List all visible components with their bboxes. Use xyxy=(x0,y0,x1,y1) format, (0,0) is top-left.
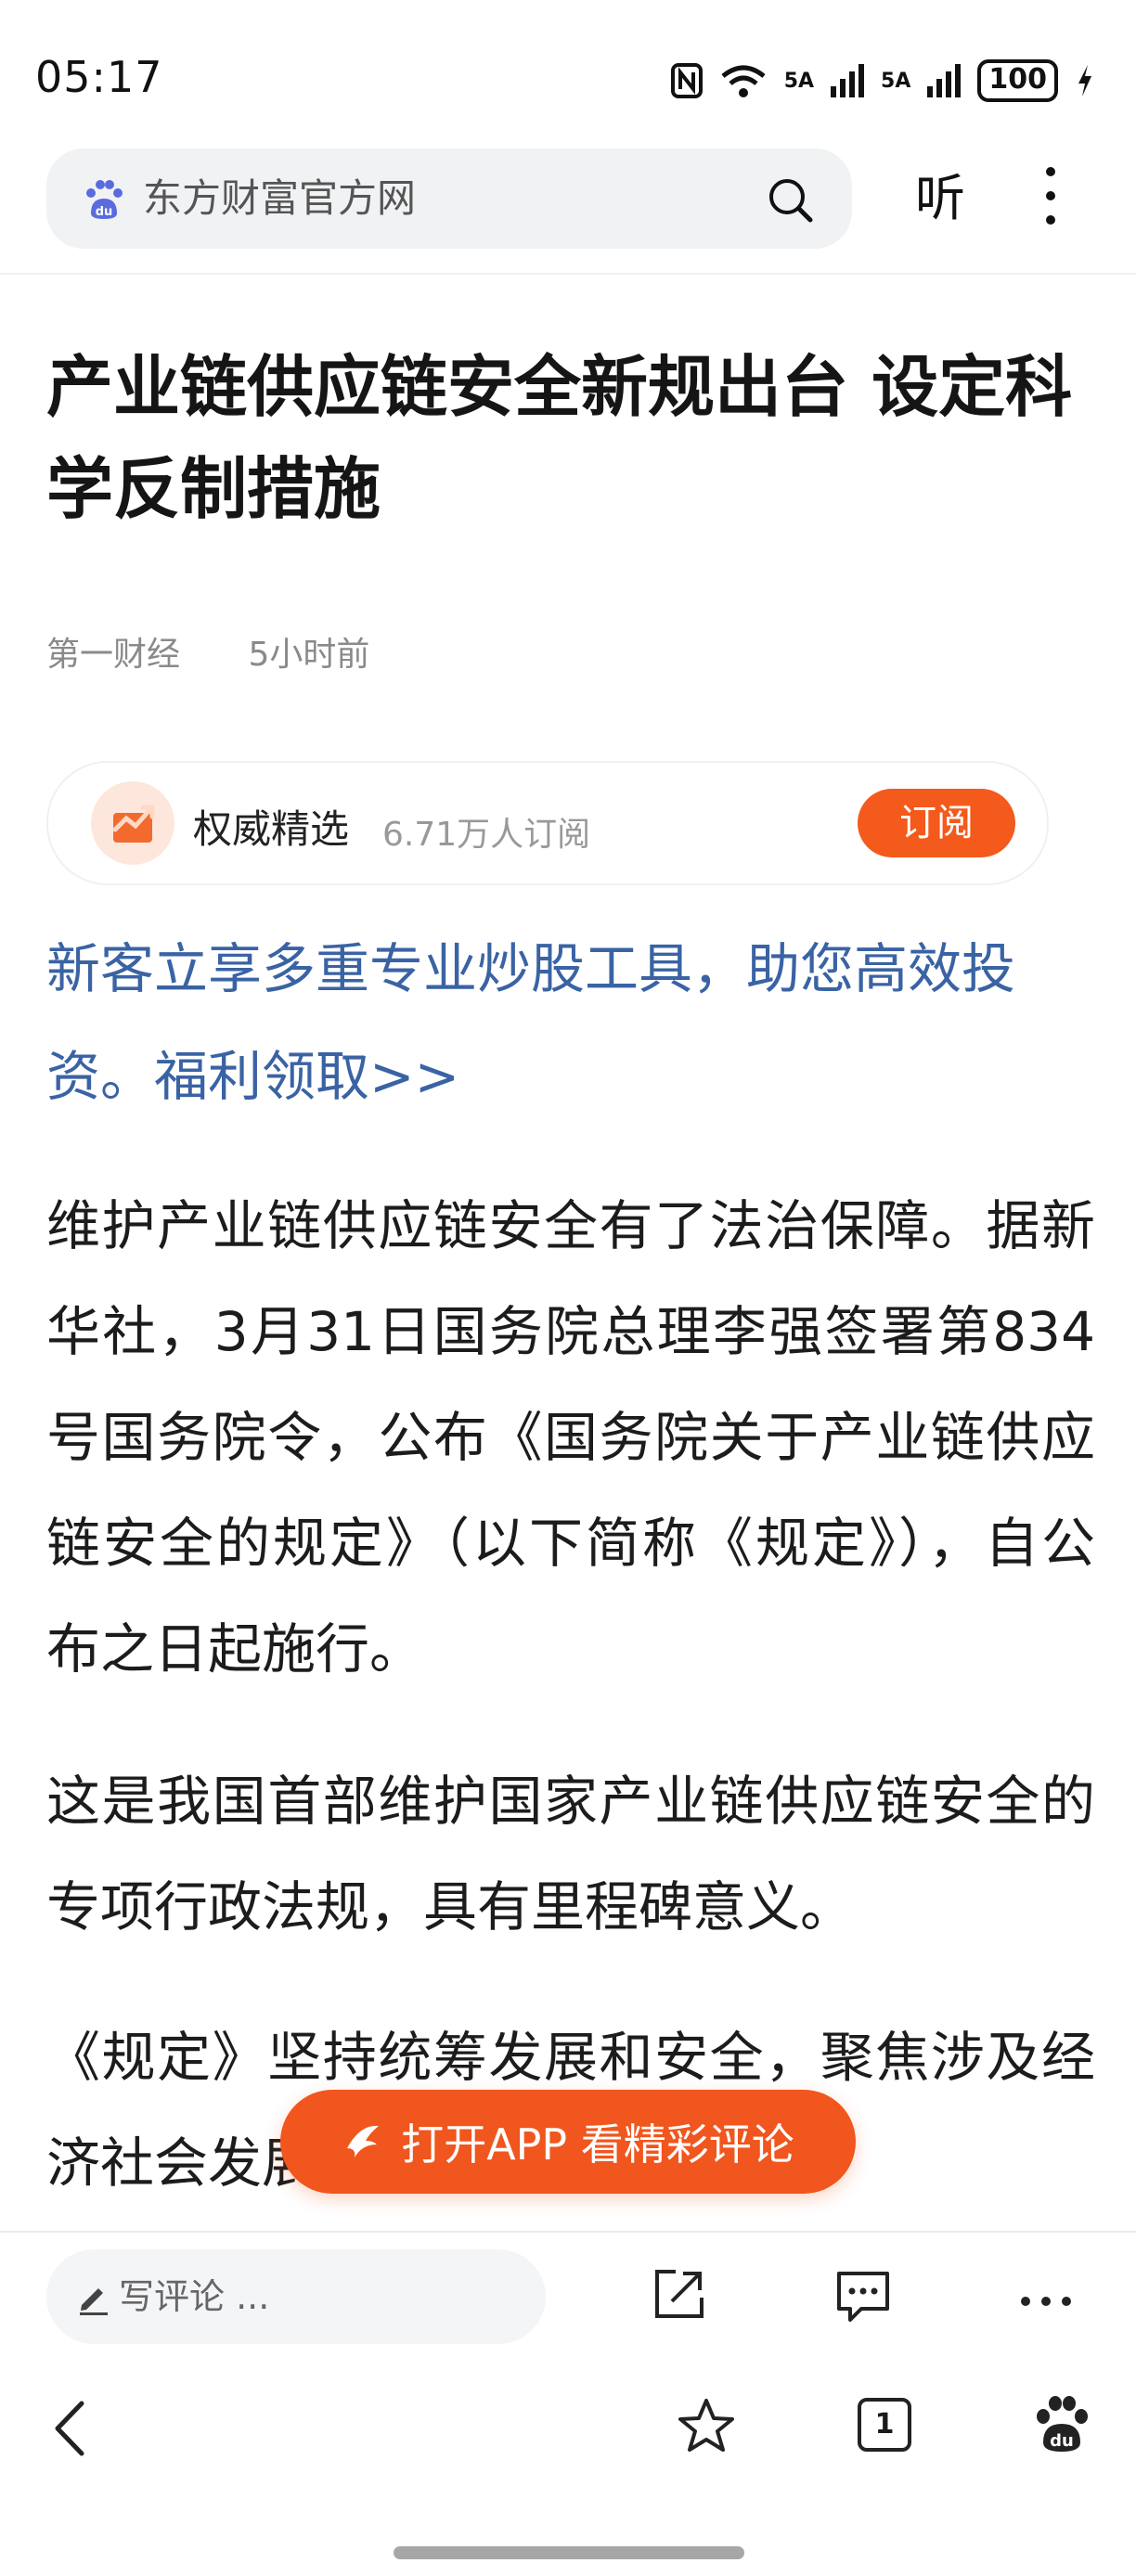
search-query: 东方财富官方网 xyxy=(143,175,417,221)
more-menu-button[interactable] xyxy=(1032,167,1069,232)
article-source[interactable]: 第一财经 xyxy=(46,636,180,674)
svg-text:du: du xyxy=(96,205,113,219)
open-app-button[interactable]: 打开APP 看精彩评论 xyxy=(280,2090,856,2194)
dot-icon xyxy=(1062,2297,1071,2306)
more-dot-icon xyxy=(1046,191,1055,200)
article-title: 产业链供应链安全新规出台 设定科学反制措施 xyxy=(46,348,1073,528)
share-icon[interactable] xyxy=(650,2264,709,2324)
battery-level: 100 xyxy=(977,59,1058,102)
svg-text:du: du xyxy=(1050,2431,1074,2451)
star-icon[interactable] xyxy=(676,2396,737,2457)
article-paragraph: 维护产业链供应链安全有了法治保障。据新华社，3月31日国务院总理李强签署第834… xyxy=(46,1194,1095,1681)
home-indicator[interactable] xyxy=(394,2546,744,2559)
status-icons: 5A 5A 100 xyxy=(670,59,1095,102)
wifi-icon xyxy=(721,65,766,97)
listen-button[interactable]: 听 xyxy=(915,161,965,236)
header-divider xyxy=(0,273,1136,275)
subscribe-button[interactable]: 订阅 xyxy=(858,789,1015,857)
trend-chart-icon xyxy=(112,805,155,843)
network-type-2: 5A xyxy=(881,69,911,93)
more-dot-icon xyxy=(1046,215,1055,225)
search-bar[interactable]: du 东方财富官方网 xyxy=(46,148,852,249)
channel-logo xyxy=(91,781,174,865)
app-logo-icon xyxy=(347,2125,380,2157)
tab-count: 1 xyxy=(874,2408,895,2441)
status-time: 05:17 xyxy=(35,52,163,102)
comment-placeholder: 写评论 ... xyxy=(119,2276,270,2317)
article-time: 5小时前 xyxy=(248,636,370,674)
article-meta: 第一财经 5小时前 xyxy=(46,627,427,676)
search-icon[interactable] xyxy=(767,176,815,225)
nfc-icon xyxy=(670,63,703,98)
comments-icon[interactable] xyxy=(833,2268,893,2324)
dot-icon xyxy=(1021,2297,1030,2306)
subscriber-count: 6.71万人订阅 xyxy=(382,816,591,854)
signal-icon-1 xyxy=(831,64,865,97)
article-paragraph: 这是我国首部维护国家产业链供应链安全的专项行政法规，具有里程碑意义。 xyxy=(46,1770,1095,1938)
pen-icon xyxy=(80,2288,108,2315)
signal-icon-2 xyxy=(927,64,962,97)
open-app-label: 打开APP 看精彩评论 xyxy=(401,2119,794,2170)
baidu-home-icon[interactable]: du xyxy=(1032,2394,1091,2455)
more-actions-button[interactable] xyxy=(1021,2292,1082,2310)
promo-link[interactable]: 新客立享多重专业炒股工具，助您高效投资。福利领取>> xyxy=(46,915,1095,1130)
charging-icon xyxy=(1078,65,1091,97)
comment-input[interactable]: 写评论 ... xyxy=(46,2249,546,2344)
comment-bar-divider xyxy=(0,2231,1136,2233)
back-icon[interactable] xyxy=(52,2400,89,2457)
subscription-card[interactable]: 权威精选 6.71万人订阅 订阅 xyxy=(46,761,1049,885)
baidu-paw-icon: du xyxy=(86,180,123,219)
more-dot-icon xyxy=(1046,167,1055,176)
tabs-button[interactable]: 1 xyxy=(858,2398,911,2452)
dot-icon xyxy=(1041,2297,1051,2306)
channel-name: 权威精选 xyxy=(193,806,350,852)
network-type-1: 5A xyxy=(783,69,815,93)
